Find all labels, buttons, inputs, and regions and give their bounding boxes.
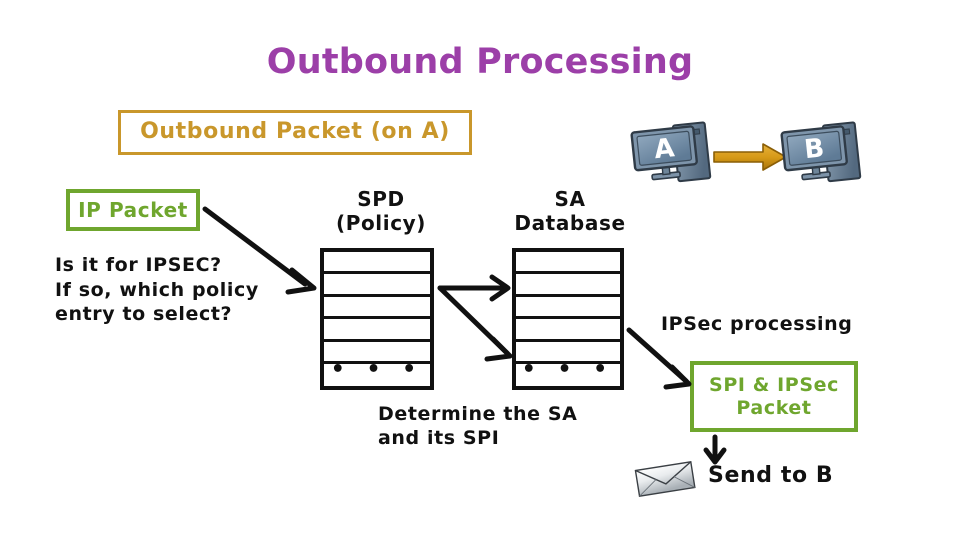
table-row [516,274,620,297]
host-a-icon: A [630,121,712,183]
outbound-packet-label-box: Outbound Packet (on A) [118,110,472,155]
spi-ipsec-packet-line2: Packet [736,396,812,419]
sa-database-caption: SA Database [514,187,626,235]
ipsec-processing-label: IPSec processing [661,313,853,335]
host-b-label: B [803,133,826,165]
ip-packet-label-box: IP Packet [66,189,200,231]
table-row [516,319,620,342]
spd-table-caption: SPD (Policy) [335,187,427,235]
table-row [324,297,430,320]
send-to-b-label: Send to B [708,463,834,488]
table-row: • • • [324,359,430,386]
ellipsis-dots: • • • [330,357,424,383]
arrow-spd-to-sa-top [437,274,511,302]
arrow-spd-to-sa-diagonal [437,285,513,362]
arrow-sa-to-spi-packet [626,327,692,390]
table-row [324,252,430,275]
sa-database-table: • • • [512,248,624,390]
ellipsis-dots: • • • [521,357,615,383]
table-row [324,319,430,342]
arrow-spi-packet-to-send [703,434,727,465]
outbound-packet-label-text: Outbound Packet (on A) [140,119,450,145]
host-a-label: A [653,133,676,165]
table-row [516,297,620,320]
host-a-to-b-arrow [713,143,787,171]
host-b-icon: B [780,121,862,183]
spi-ipsec-packet-line1: SPI & IPSec [709,374,839,397]
table-row: • • • [516,359,620,386]
ip-packet-label-text: IP Packet [78,197,188,222]
determine-sa-spi-text: Determine the SA and its SPI [378,403,578,450]
spd-policy-table: • • • [320,248,434,390]
table-row [324,274,430,297]
page-title: Outbound Processing [266,42,694,82]
hosts-a-and-b-illustration: A B [630,121,862,183]
ipsec-question-text: Is it for IPSEC? If so, which policy ent… [55,254,259,326]
table-row [516,252,620,275]
envelope-icon [634,460,696,498]
spi-ipsec-packet-box: SPI & IPSec Packet [690,361,858,432]
slide-canvas: Outbound Processing Outbound Packet (on … [0,0,960,540]
